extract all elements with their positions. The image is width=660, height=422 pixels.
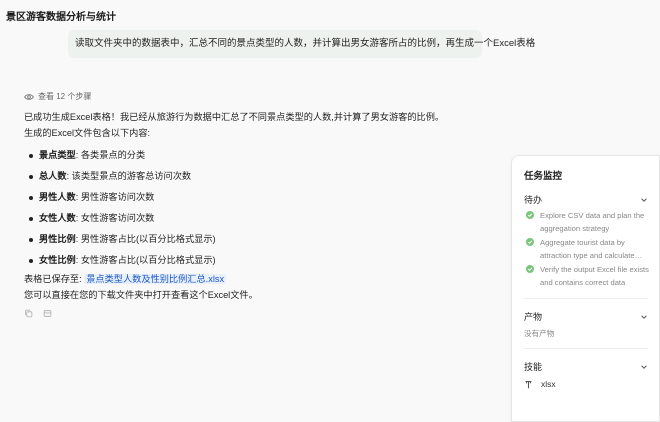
field-desc: : 女性游客访问次数: [75, 213, 155, 223]
task-monitor-panel: 任务监控 待办 Explore CSV data and plan the ag…: [511, 155, 660, 422]
todo-list: Explore CSV data and plan the aggregatio…: [526, 209, 650, 290]
list-item: 男性人数: 男性游客访问次数: [24, 187, 484, 208]
output-label: 产物: [524, 312, 543, 322]
todo-item: Verify the output Excel file exists and …: [526, 263, 650, 290]
field-name: 景点类型: [39, 150, 76, 160]
field-name: 男性比例: [39, 234, 76, 244]
monitor-title: 任务监控: [524, 171, 563, 182]
field-desc: : 该类型景点的游客总访问次数: [66, 171, 192, 181]
output-section-header[interactable]: 产物: [524, 310, 648, 323]
panel-icon[interactable]: [43, 309, 52, 318]
saved-path-line: 表格已保存至: 景点类型人数及性别比例汇总.xlsx: [24, 271, 484, 287]
view-steps-label: 查看 12 个步骤: [38, 92, 92, 101]
skill-item[interactable]: xlsx: [524, 379, 556, 389]
field-desc: : 女性游客占比(以百分比格式显示): [75, 255, 216, 265]
assistant-answer: 已成功生成Excel表格！我已经从旅游行为数据中汇总了不同景点类型的人数,并计算…: [24, 109, 484, 303]
todo-text: Explore CSV data and plan the aggregatio…: [540, 211, 645, 233]
chevron-down-icon: [641, 364, 647, 369]
list-item: 总人数: 该类型景点的游客总访问次数: [24, 166, 484, 187]
saved-prefix: 表格已保存至:: [24, 274, 85, 284]
check-circle-icon: [526, 211, 534, 219]
list-item: 女性人数: 女性游客访问次数: [24, 208, 484, 229]
answer-contains: 生成的Excel文件包含以下内容:: [24, 128, 151, 138]
copy-icon[interactable]: [24, 309, 33, 318]
list-item: 景点类型: 各类景点的分类: [24, 145, 484, 166]
field-name: 女性人数: [39, 213, 76, 223]
output-empty: 没有产物: [524, 329, 555, 338]
list-item: 女性比例: 女性游客占比(以百分比格式显示): [24, 250, 484, 271]
field-name: 女性比例: [39, 255, 76, 265]
answer-intro: 已成功生成Excel表格！我已经从旅游行为数据中汇总了不同景点类型的人数,并计算…: [24, 112, 445, 122]
todo-item: Explore CSV data and plan the aggregatio…: [526, 209, 650, 236]
chevron-down-icon: [641, 197, 647, 202]
todo-text: Verify the output Excel file exists and …: [540, 265, 649, 287]
check-circle-icon: [526, 265, 534, 273]
skills-section-header[interactable]: 技能: [524, 360, 648, 373]
field-list: 景点类型: 各类景点的分类 总人数: 该类型景点的游客总访问次数 男性人数: 男…: [24, 145, 484, 271]
open-hint: 您可以直接在您的下载文件夹中打开查看这个Excel文件。: [24, 290, 258, 300]
divider: [524, 298, 648, 299]
page-title: 景区游客数据分析与统计: [6, 12, 116, 23]
todo-label: 待办: [524, 195, 543, 205]
field-name: 男性人数: [39, 192, 76, 202]
field-desc: : 男性游客访问次数: [75, 192, 155, 202]
todo-text: Aggregate tourist data by attraction typ…: [540, 238, 635, 260]
user-message-bubble: 读取文件夹中的数据表中，汇总不同的景点类型的人数，并计算出男女游客所占的比例，再…: [68, 30, 535, 58]
chevron-down-icon: [641, 314, 647, 319]
divider: [524, 348, 648, 349]
field-name: 总人数: [39, 171, 67, 181]
skill-icon: [525, 380, 532, 388]
eye-icon: [24, 93, 34, 100]
skill-name: xlsx: [541, 379, 556, 389]
field-desc: : 男性游客占比(以百分比格式显示): [75, 234, 216, 244]
todo-item: Aggregate tourist data by attraction typ…: [526, 236, 650, 263]
message-actions: [24, 309, 52, 318]
view-steps-toggle[interactable]: 查看 12 个步骤: [24, 91, 91, 102]
skills-label: 技能: [524, 362, 543, 372]
check-circle-icon: [526, 238, 534, 246]
file-link[interactable]: 景点类型人数及性别比例汇总.xlsx: [84, 274, 227, 284]
todo-section-header[interactable]: 待办: [524, 193, 648, 206]
list-item: 男性比例: 男性游客占比(以百分比格式显示): [24, 229, 484, 250]
field-desc: : 各类景点的分类: [75, 150, 146, 160]
